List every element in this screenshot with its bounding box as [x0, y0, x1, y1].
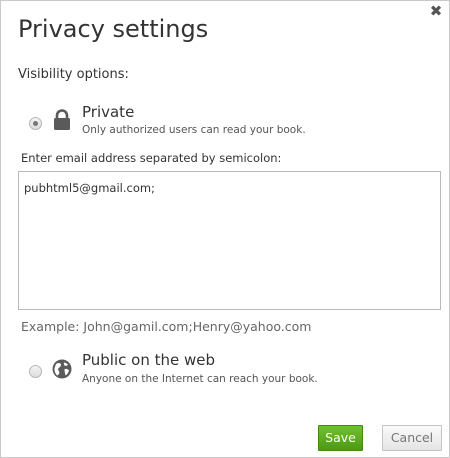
dialog-title: Privacy settings [18, 15, 209, 43]
cancel-button[interactable]: Cancel [382, 425, 442, 451]
lock-icon [54, 109, 70, 130]
public-option-title: Public on the web [82, 351, 216, 369]
private-option-title: Private [82, 103, 135, 121]
public-radio[interactable] [29, 365, 42, 378]
save-button[interactable]: Save [318, 425, 363, 451]
globe-icon [52, 359, 72, 379]
privacy-settings-dialog: ✖ Privacy settings Visibility options: P… [0, 0, 450, 458]
close-icon[interactable]: ✖ [429, 4, 443, 19]
private-radio[interactable] [29, 117, 42, 130]
email-field[interactable]: pubhtml5@gmail.com; [18, 171, 441, 310]
private-option-description: Only authorized users can read your book… [82, 124, 306, 136]
visibility-options-label: Visibility options: [18, 67, 129, 82]
public-option-description: Anyone on the Internet can reach your bo… [82, 373, 318, 385]
email-example-text: Example: John@gamil.com;Henry@yahoo.com [21, 319, 312, 334]
email-field-label: Enter email address separated by semicol… [21, 151, 282, 165]
